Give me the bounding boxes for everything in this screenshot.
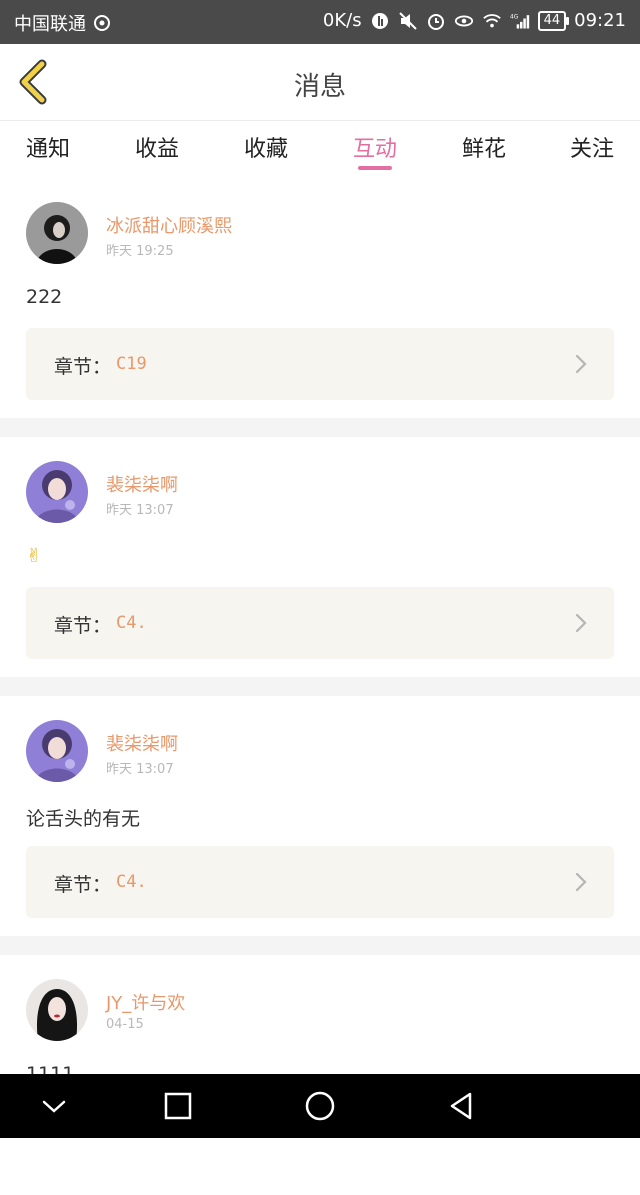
tab-interaction[interactable]: 互动 (353, 131, 398, 170)
timestamp: 昨天 13:07 (106, 762, 174, 777)
tab-favorites[interactable]: 收藏 (244, 131, 288, 163)
triangle-back-icon (446, 1092, 478, 1126)
timestamp: 04-15 (106, 1017, 144, 1032)
chevron-down-icon (38, 1100, 70, 1126)
message-content: 论舌头的有无 (26, 808, 141, 830)
tab-label: 通知 (26, 137, 71, 162)
mute-icon (398, 11, 418, 31)
page-title: 消息 (293, 72, 346, 102)
system-nav-bar (0, 1074, 640, 1138)
signal-icon: 4G (510, 11, 530, 31)
message-content: 222 (26, 286, 63, 308)
timestamp: 昨天 19:25 (106, 244, 174, 259)
username[interactable]: 裴柒柒啊 (106, 730, 178, 756)
tab-label: 收益 (135, 137, 180, 162)
status-right: 0K/s 4G 44 09:21 (323, 10, 626, 31)
chapter-link[interactable]: 章节： C19 (26, 328, 614, 400)
divider (0, 677, 640, 696)
chapter-value: C4. (116, 613, 147, 633)
circle-icon (304, 1091, 336, 1126)
username[interactable]: 裴柒柒啊 (106, 471, 178, 497)
tab-label: 互动 (353, 137, 398, 162)
carrier-name: 中国联通 (14, 14, 86, 35)
net-speed: 0K/s (322, 10, 362, 31)
message-card: 裴柒柒啊 昨天 13:07 论舌头的有无 章节： C4. (0, 696, 640, 936)
chapter-value: C19 (116, 354, 147, 374)
avatar[interactable] (26, 202, 88, 264)
svg-text:4G: 4G (510, 14, 519, 20)
avatar[interactable] (26, 461, 88, 523)
nav-hide-button[interactable] (38, 1090, 70, 1122)
chapter-link[interactable]: 章节： C4. (26, 846, 614, 918)
message-content: ✌ (26, 545, 42, 567)
status-bar: 中国联通 0K/s 4G 44 09:21 (0, 0, 640, 44)
tab-label: 鲜花 (462, 137, 507, 162)
tab-flowers[interactable]: 鲜花 (462, 131, 506, 163)
avatar[interactable] (26, 979, 88, 1041)
hd-call-icon (92, 13, 112, 33)
chapter-label: 章节： (54, 356, 112, 378)
chevron-right-icon (574, 613, 588, 633)
battery-indicator: 44 (537, 10, 569, 31)
active-tab-indicator (358, 166, 392, 170)
avatar[interactable] (26, 720, 88, 782)
nav-back-button[interactable] (446, 1090, 478, 1122)
wifi-icon (482, 11, 502, 31)
chevron-right-icon (574, 354, 588, 374)
carrier-group: 中国联通 (14, 10, 112, 36)
username[interactable]: 冰派甜心顾溪熙 (106, 212, 232, 238)
app-header: 消息 (0, 44, 640, 121)
nav-home-button[interactable] (304, 1090, 336, 1122)
divider (0, 936, 640, 955)
tab-label: 关注 (570, 137, 615, 162)
tab-label: 收藏 (244, 137, 289, 162)
clock: 09:21 (574, 10, 626, 31)
data-saver-icon (370, 11, 390, 31)
eye-icon (454, 11, 474, 31)
chapter-link[interactable]: 章节： C4. (26, 587, 614, 659)
square-icon (162, 1092, 194, 1126)
nav-recents-button[interactable] (162, 1090, 194, 1122)
timestamp: 昨天 13:07 (106, 503, 174, 518)
alarm-icon (426, 11, 446, 31)
tab-notice[interactable]: 通知 (26, 131, 70, 163)
message-list: 冰派甜心顾溪熙 昨天 19:25 222 章节： C19 裴柒柒啊 昨天 13:… (0, 178, 640, 1195)
chapter-value: C4. (116, 872, 147, 892)
chapter-label: 章节： (54, 874, 112, 896)
message-card: 冰派甜心顾溪熙 昨天 19:25 222 章节： C19 (0, 178, 640, 418)
username[interactable]: JY_许与欢 (106, 989, 185, 1015)
chevron-right-icon (574, 872, 588, 892)
tab-follow[interactable]: 关注 (570, 131, 614, 163)
divider (0, 418, 640, 437)
message-card: 裴柒柒啊 昨天 13:07 ✌ 章节： C4. (0, 437, 640, 677)
tab-earnings[interactable]: 收益 (135, 131, 179, 163)
chapter-label: 章节： (54, 615, 112, 637)
tab-bar: 通知 收益 收藏 互动 鲜花 关注 (0, 121, 640, 177)
